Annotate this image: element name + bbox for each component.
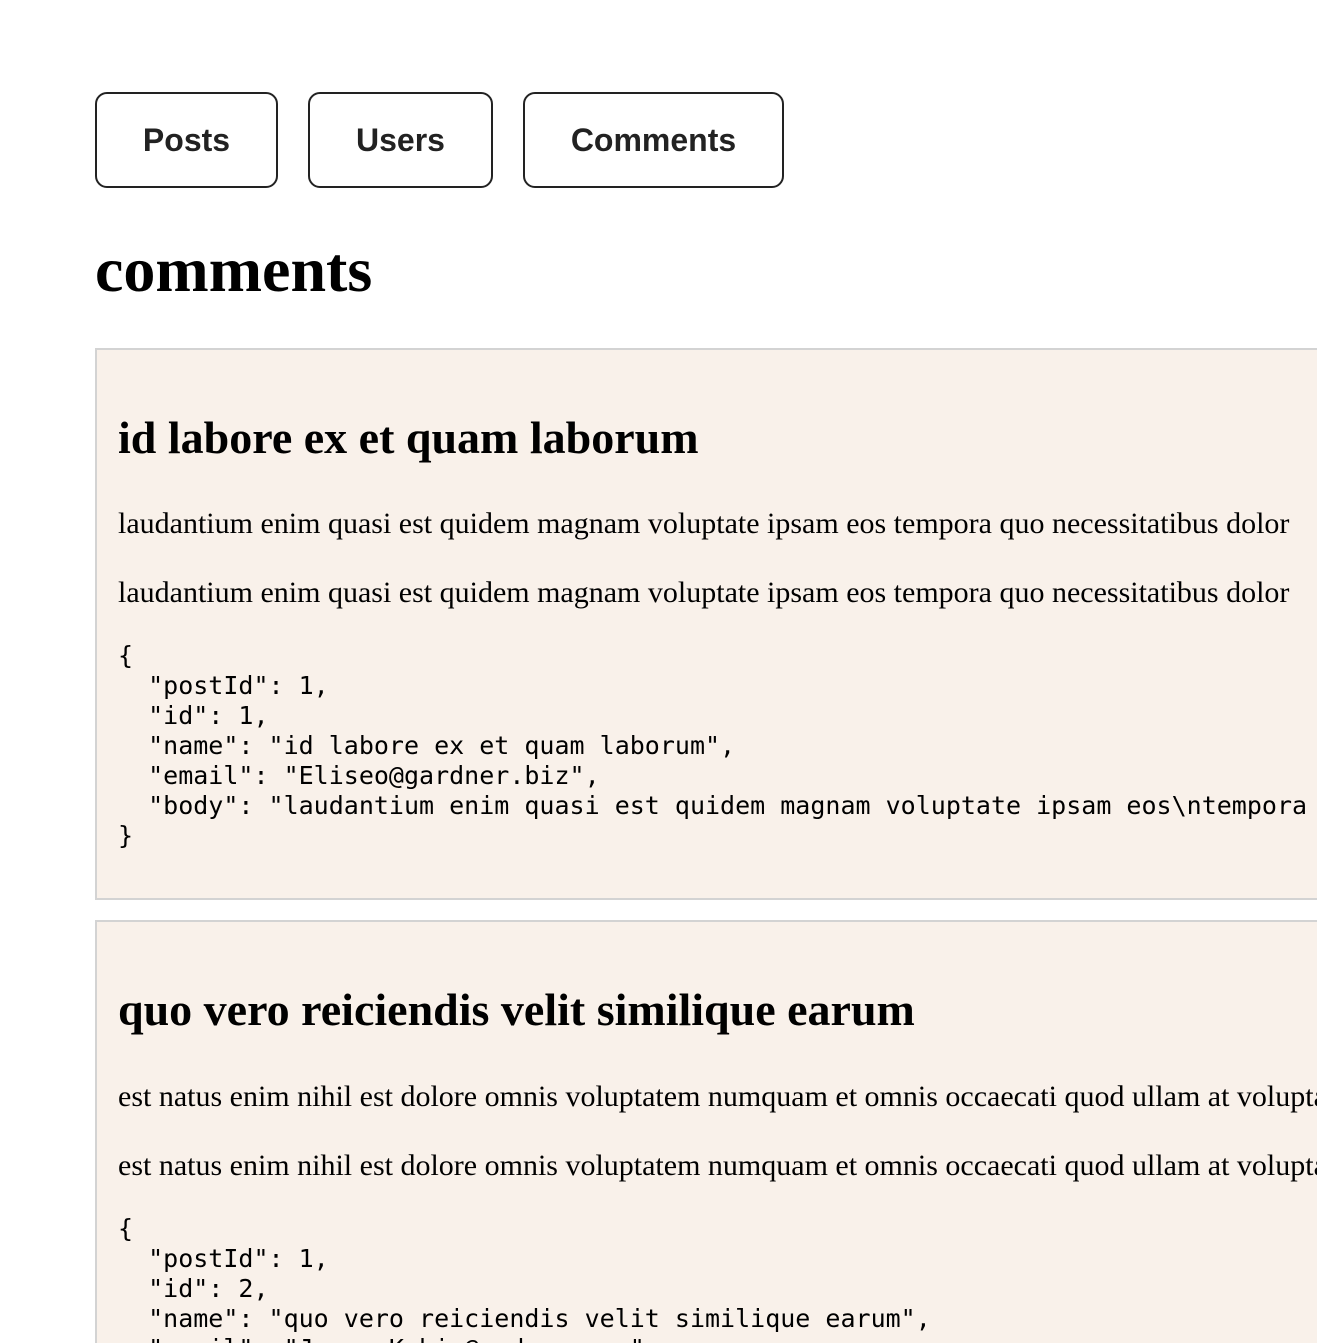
comment-body: est natus enim nihil est dolore omnis vo… bbox=[118, 1080, 1317, 1113]
comment-json: { "postId": 1, "id": 1, "name": "id labo… bbox=[118, 641, 1308, 850]
top-nav: Posts Users Comments bbox=[95, 92, 784, 188]
users-button[interactable]: Users bbox=[308, 92, 493, 188]
comment-body-repeat: est natus enim nihil est dolore omnis vo… bbox=[118, 1149, 1317, 1182]
page-title: comments bbox=[95, 234, 373, 305]
comment-card: quo vero reiciendis velit similique earu… bbox=[95, 920, 1317, 1343]
comment-title: quo vero reiciendis velit similique earu… bbox=[118, 984, 915, 1035]
comment-body-repeat: laudantium enim quasi est quidem magnam … bbox=[118, 576, 1290, 609]
comment-json: { "postId": 1, "id": 2, "name": "quo ver… bbox=[118, 1214, 931, 1343]
comment-card: id labore ex et quam laborum laudantium … bbox=[95, 348, 1317, 900]
comment-title: id labore ex et quam laborum bbox=[118, 412, 699, 463]
comment-body: laudantium enim quasi est quidem magnam … bbox=[118, 507, 1290, 540]
posts-button[interactable]: Posts bbox=[95, 92, 278, 188]
comments-button[interactable]: Comments bbox=[523, 92, 784, 188]
